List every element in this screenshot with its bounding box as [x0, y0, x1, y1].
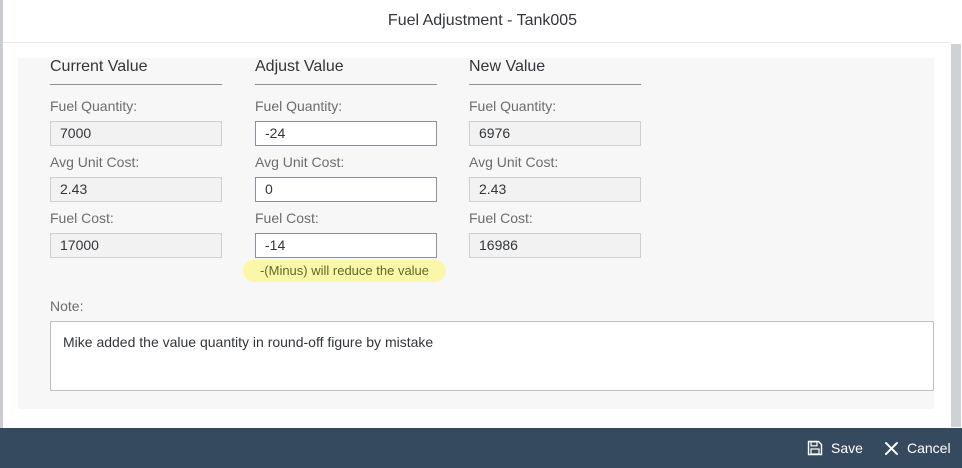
- dialog-title: Fuel Adjustment - Tank005: [387, 12, 578, 29]
- column-title-new: New Value: [469, 58, 546, 75]
- dialog-footer: Save Cancel: [0, 428, 962, 468]
- cancel-button[interactable]: Cancel: [884, 428, 951, 468]
- note-label: Note:: [50, 298, 84, 314]
- new-avg-unit-cost-field: 2.43: [469, 177, 641, 202]
- column-title-adjust: Adjust Value: [255, 58, 344, 75]
- current-avg-unit-cost-field: 2.43: [50, 177, 222, 202]
- label-new-avg-unit-cost: Avg Unit Cost:: [469, 154, 559, 170]
- scrollbar-thumb[interactable]: [951, 44, 961, 427]
- close-icon: [885, 441, 898, 455]
- column-title-current: Current Value: [50, 58, 148, 75]
- new-fuel-cost-field: 16986: [469, 233, 641, 258]
- cancel-button-label: Cancel: [907, 440, 951, 456]
- new-fuel-quantity-field: 6976: [469, 121, 641, 146]
- column-divider-adjust: [255, 84, 437, 85]
- dialog-left-edge: [0, 0, 3, 430]
- adjust-fuel-quantity-input[interactable]: -24: [255, 121, 437, 146]
- minus-hint: -(Minus) will reduce the value: [243, 260, 446, 282]
- label-current-avg-unit-cost: Avg Unit Cost:: [50, 154, 140, 170]
- column-divider-current: [50, 84, 222, 85]
- save-icon: [807, 440, 823, 456]
- save-button-label: Save: [831, 440, 863, 456]
- current-fuel-quantity-field: 7000: [50, 121, 222, 146]
- label-adjust-avg-unit-cost: Avg Unit Cost:: [255, 154, 345, 170]
- adjust-fuel-cost-input[interactable]: -14: [255, 233, 437, 258]
- label-new-fuel-quantity: Fuel Quantity:: [469, 98, 557, 114]
- label-adjust-fuel-cost: Fuel Cost:: [255, 210, 319, 226]
- note-textarea[interactable]: Mike added the value quantity in round-o…: [50, 321, 934, 391]
- label-new-fuel-cost: Fuel Cost:: [469, 210, 533, 226]
- current-fuel-cost-field: 17000: [50, 233, 222, 258]
- label-adjust-fuel-quantity: Fuel Quantity:: [255, 98, 343, 114]
- column-divider-new: [469, 84, 641, 85]
- dialog-header: Fuel Adjustment - Tank005: [3, 0, 962, 43]
- adjust-avg-unit-cost-input[interactable]: 0: [255, 177, 437, 202]
- save-button[interactable]: Save: [807, 428, 863, 468]
- label-current-fuel-quantity: Fuel Quantity:: [50, 98, 138, 114]
- label-current-fuel-cost: Fuel Cost:: [50, 210, 114, 226]
